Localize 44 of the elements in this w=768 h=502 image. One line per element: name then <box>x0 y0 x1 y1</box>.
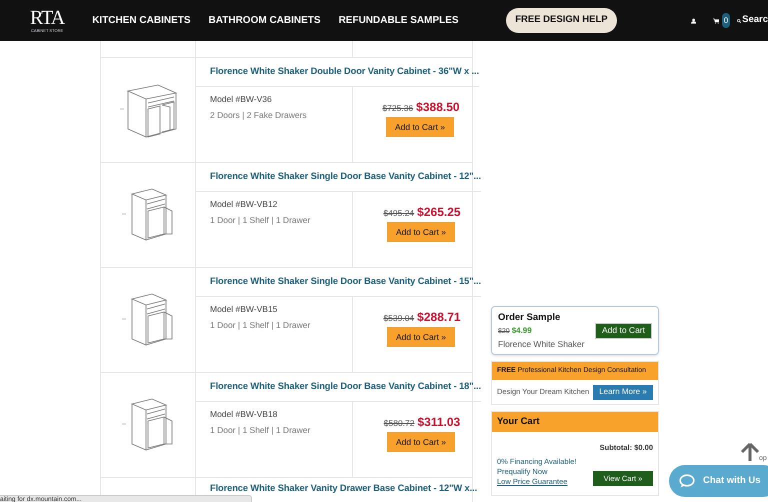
sale-price: $311.03 <box>418 414 460 431</box>
add-to-cart-button[interactable]: Add to Cart » <box>387 222 455 242</box>
product-title-link[interactable]: Florence White Shaker Single Door Base Vanity Cabinet - 12"... <box>210 170 481 184</box>
add-to-cart-button[interactable]: Add to Cart » <box>387 432 455 452</box>
model-number: Model #BW-VB18 <box>210 408 278 421</box>
model-number: Model #BW-V36 <box>210 93 273 106</box>
chat-label: Chat with Us <box>703 474 761 488</box>
product-features: 1 Door | 1 Shelf | 1 Drawer <box>210 214 312 226</box>
sample-price: $4.99 <box>512 325 532 337</box>
sample-name: Florence White Shaker <box>498 338 584 350</box>
user-icon <box>690 16 696 26</box>
product-features: 1 Door | 1 Shelf | 1 Drawer <box>210 318 312 332</box>
logo-title[interactable]: RTA <box>30 8 64 28</box>
up-arrow-icon <box>740 443 760 461</box>
nav-link[interactable]: KITCHEN CABINETS <box>92 13 191 28</box>
original-price: $725.36 <box>382 102 414 115</box>
sale-price: $288.71 <box>417 309 461 326</box>
sale-price: $265.25 <box>417 204 461 221</box>
product-features: 1 Door | 1 Shelf | 1 Drawer <box>210 424 312 436</box>
search-icon <box>736 16 742 24</box>
model-number: Model #BW-VB12 <box>210 198 278 211</box>
sale-price: $388.50 <box>416 99 460 116</box>
learn-more-button[interactable]: Learn More » <box>593 384 653 400</box>
chat-bubble-icon <box>679 474 695 488</box>
search-link[interactable]: Searc <box>742 13 768 28</box>
cart-count-badge: 0 <box>722 13 730 28</box>
product-title-link[interactable]: Florence White Shaker Single Door Base Vanity Cabinet - 18"... <box>210 380 481 394</box>
product-title-link[interactable]: Florence White Shaker Vanity Drawer Base Cabinet - 12"W x... <box>210 482 478 496</box>
cart-title: Your Cart <box>497 414 540 429</box>
add-to-cart-button[interactable]: Add to Cart » <box>387 327 455 347</box>
model-number: Model #BW-VB15 <box>210 303 278 316</box>
original-price: $539.04 <box>383 312 414 325</box>
nav-link[interactable]: REFUNDABLE SAMPLES <box>338 13 459 28</box>
sample-title: Order Sample <box>498 310 562 325</box>
add-to-cart-button[interactable]: Add to Cart <box>595 322 652 338</box>
original-price: $580.72 <box>384 417 414 430</box>
add-to-cart-button[interactable]: Add to Cart » <box>386 117 454 137</box>
product-title-link[interactable]: Florence White Shaker Double Door Vanity Cabinet - 36"W x ... <box>210 65 480 79</box>
product-title-link[interactable]: Florence White Shaker Single Door Base Vanity Cabinet - 15"... <box>210 275 481 289</box>
cart-icon <box>712 16 720 26</box>
nav-link[interactable]: BATHROOM CABINETS <box>208 13 321 28</box>
product-features: 2 Doors | 2 Fake Drawers <box>210 108 308 122</box>
original-price: $495.24 <box>383 207 414 220</box>
design-help-button[interactable]: FREE DESIGN HELP <box>506 8 617 33</box>
